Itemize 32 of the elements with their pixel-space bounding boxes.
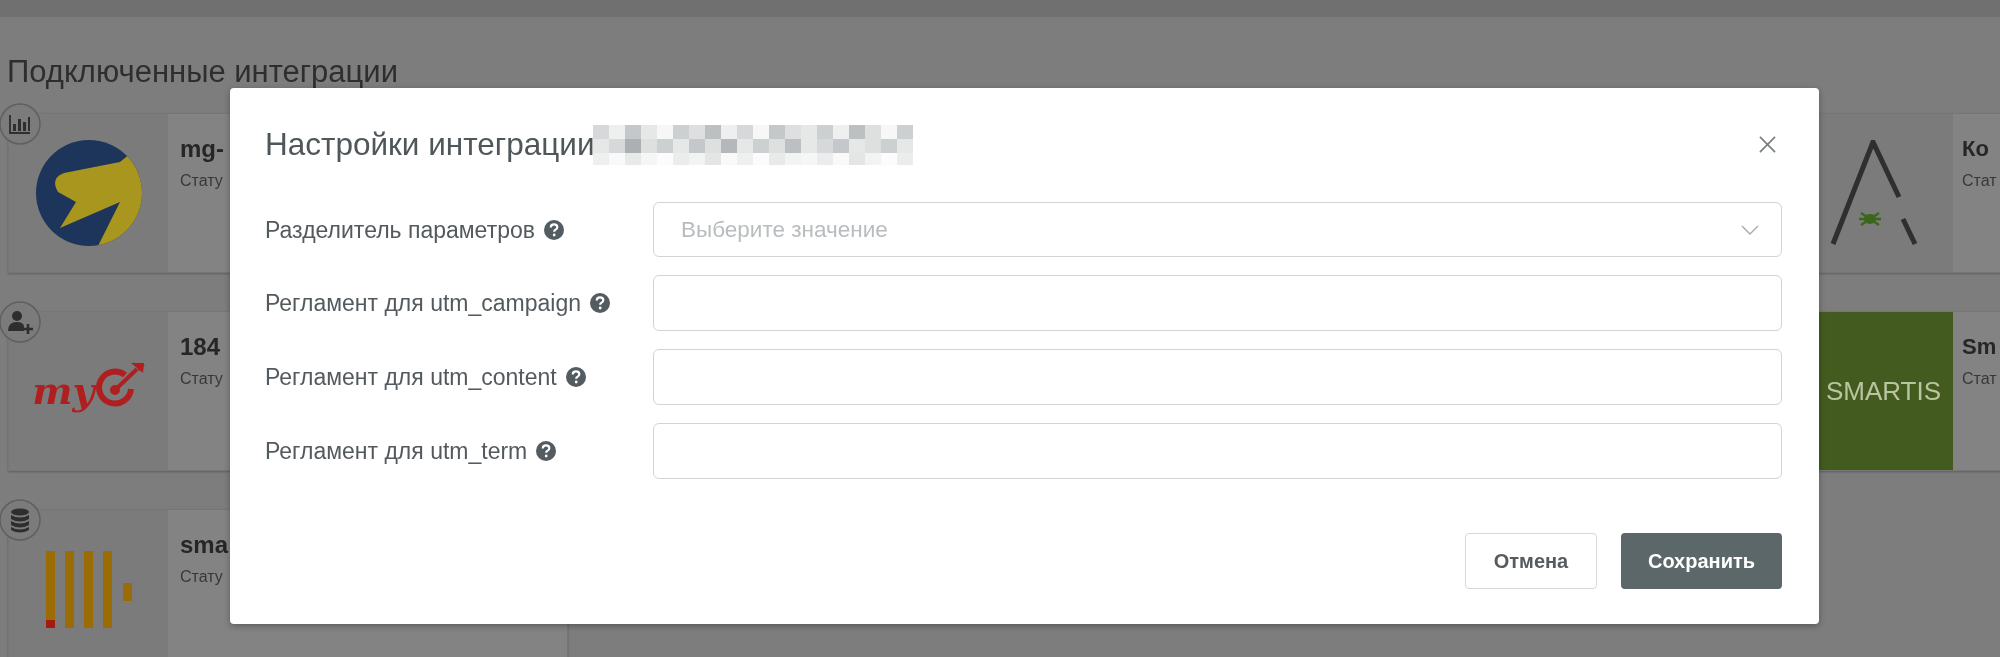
help-icon[interactable] (565, 367, 586, 387)
logo-text: my (32, 369, 95, 413)
logo-text: SMARTIS (1825, 375, 1942, 407)
cancel-button[interactable]: Отмена (1465, 533, 1597, 589)
status-text: Стату (180, 567, 223, 587)
help-icon[interactable] (590, 293, 610, 313)
bars-logo-icon (45, 550, 132, 628)
card-title: mg- (180, 135, 224, 163)
close-icon[interactable] (1759, 135, 1776, 153)
status-text: Стату (180, 369, 223, 389)
status-text: Стату (180, 171, 223, 191)
status-text: Стат (1962, 171, 1997, 191)
text-input-field[interactable] (653, 423, 1782, 479)
chevron-down-icon (1741, 224, 1759, 235)
field-label: Регламент для utm_term (265, 437, 528, 465)
text-input-field[interactable] (653, 275, 1782, 331)
card-title: Ко (1962, 135, 1989, 163)
field-label: Регламент для utm_content (265, 363, 557, 391)
field-label: Разделитель параметров (265, 215, 535, 244)
card-title: Sm (1962, 333, 1997, 361)
card-title: sma (180, 531, 229, 559)
help-icon[interactable] (544, 219, 564, 240)
save-button[interactable]: Сохранить (1621, 533, 1782, 589)
help-icon[interactable] (536, 441, 557, 461)
field-label: Регламент для utm_campaign (265, 289, 581, 317)
page-heading: Подключенные интеграции (7, 56, 398, 87)
peak-bug-logo-icon (1828, 140, 1919, 246)
arrow-circle-logo-icon (35, 140, 142, 246)
status-text: Стат (1962, 369, 1997, 389)
card-title: 184 (180, 333, 221, 361)
dialog-title: Настройки интеграции (265, 125, 595, 164)
text-input-field[interactable] (653, 349, 1782, 405)
